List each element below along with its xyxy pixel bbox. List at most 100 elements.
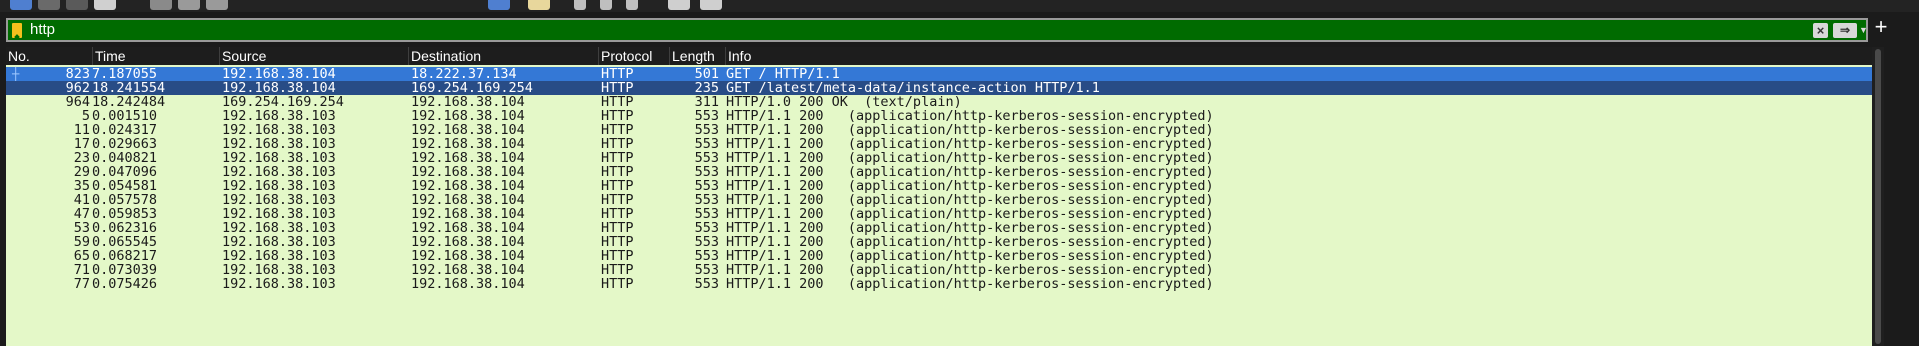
cell-time: 18.241554	[92, 81, 166, 95]
cell-info: HTTP/1.1 200 (application/http-kerberos-…	[726, 193, 1214, 207]
cell-source: 192.168.38.103	[222, 249, 336, 263]
cell-destination: 192.168.38.104	[411, 207, 525, 221]
cell-no: 29	[73, 165, 90, 179]
toolbar-open-icon[interactable]	[150, 0, 172, 10]
cell-protocol: HTTP	[601, 235, 634, 249]
table-row[interactable]: 35 0.054581 192.168.38.103 192.168.38.104 HT…	[6, 179, 1872, 193]
cell-time: 18.242484	[92, 95, 166, 109]
cell-time: 7.187055	[92, 67, 158, 81]
cell-source: 192.168.38.103	[222, 137, 336, 151]
cell-time: 0.057578	[92, 193, 158, 207]
cell-protocol: HTTP	[601, 151, 634, 165]
cell-destination: 192.168.38.104	[411, 263, 525, 277]
clear-filter-icon[interactable]: ×	[1813, 23, 1828, 38]
cell-destination: 192.168.38.104	[411, 179, 525, 193]
table-row[interactable]: 29 0.047096 192.168.38.103 192.168.38.104 HT…	[6, 165, 1872, 179]
cell-no: 11	[73, 123, 90, 137]
cell-time: 0.059853	[92, 207, 158, 221]
display-filter-bar: http × ⇒ ▼ +	[6, 15, 1890, 43]
table-row[interactable]: 77 0.075426 192.168.38.103 192.168.38.104 HT…	[6, 277, 1872, 291]
cell-destination: 192.168.38.104	[411, 109, 525, 123]
cell-no: 964	[65, 95, 90, 109]
cell-protocol: HTTP	[601, 109, 634, 123]
toolbar-shark-fin-icon[interactable]	[10, 0, 32, 10]
toolbar-colorize-icon[interactable]	[488, 0, 510, 10]
toolbar-stop-icon[interactable]	[38, 0, 60, 10]
toolbar-options-icon[interactable]	[94, 0, 116, 10]
column-header-source[interactable]: Source	[220, 47, 409, 65]
cell-destination: 192.168.38.104	[411, 165, 525, 179]
cell-source: 192.168.38.103	[222, 123, 336, 137]
cell-no: 53	[73, 221, 90, 235]
table-row[interactable]: 41 0.057578 192.168.38.103 192.168.38.104 HT…	[6, 193, 1872, 207]
cell-protocol: HTTP	[601, 95, 634, 109]
toolbar-restart-icon[interactable]	[66, 0, 88, 10]
cell-no: 35	[73, 179, 90, 193]
table-row[interactable]: 962 18.241554 192.168.38.104 169.254.169.25…	[6, 81, 1872, 95]
table-row[interactable]: 59 0.065545 192.168.38.103 192.168.38.104 HT…	[6, 235, 1872, 249]
cell-protocol: HTTP	[601, 193, 634, 207]
cell-destination: 169.254.169.254	[411, 81, 533, 95]
cell-time: 0.047096	[92, 165, 158, 179]
cell-destination: 192.168.38.104	[411, 95, 525, 109]
toolbar-layout-icon[interactable]	[700, 0, 722, 10]
cell-length: 553	[694, 151, 719, 165]
toolbar-zoom-out-icon[interactable]	[600, 0, 612, 10]
column-header-destination[interactable]: Destination	[409, 47, 599, 65]
column-header-info[interactable]: Info	[726, 47, 1872, 65]
cell-length: 311	[694, 95, 719, 109]
cell-info: HTTP/1.1 200 (application/http-kerberos-…	[726, 263, 1214, 277]
cell-source: 192.168.38.103	[222, 151, 336, 165]
toolbar-normal-size-icon[interactable]	[626, 0, 638, 10]
table-row[interactable]: 5 0.001510 192.168.38.103 192.168.38.104 HTT…	[6, 109, 1872, 123]
table-row[interactable]: 17 0.029663 192.168.38.103 192.168.38.104 HT…	[6, 137, 1872, 151]
cell-protocol: HTTP	[601, 123, 634, 137]
cell-length: 553	[694, 207, 719, 221]
column-header-time[interactable]: Time	[93, 47, 220, 65]
column-header-protocol[interactable]: Protocol	[599, 47, 670, 65]
toolbar-zoom-in-icon[interactable]	[574, 0, 586, 10]
table-row[interactable]: 65 0.068217 192.168.38.103 192.168.38.104 HT…	[6, 249, 1872, 263]
cell-source: 192.168.38.103	[222, 193, 336, 207]
vertical-scrollbar[interactable]	[1872, 47, 1884, 346]
toolbar-close-icon[interactable]	[206, 0, 228, 10]
table-row[interactable]: 964 18.242484 169.254.169.254 192.168.38.10…	[6, 95, 1872, 109]
column-header-no[interactable]: No.	[6, 47, 93, 65]
cell-length: 553	[694, 249, 719, 263]
cell-info: HTTP/1.1 200 (application/http-kerberos-…	[726, 137, 1214, 151]
cell-source: 192.168.38.103	[222, 221, 336, 235]
cell-time: 0.062316	[92, 221, 158, 235]
cell-length: 553	[694, 109, 719, 123]
table-row[interactable]: ┼ 823 7.187055 192.168.38.104 18.222.37.134 H…	[6, 67, 1872, 81]
cell-time: 0.073039	[92, 263, 158, 277]
display-filter-text[interactable]: http	[30, 21, 55, 39]
cell-length: 553	[694, 277, 719, 291]
add-filter-button-icon[interactable]: +	[1872, 15, 1890, 39]
cell-destination: 192.168.38.104	[411, 137, 525, 151]
cell-time: 0.068217	[92, 249, 158, 263]
cell-info: HTTP/1.0 200 OK (text/plain)	[726, 95, 962, 109]
table-row[interactable]: 11 0.024317 192.168.38.103 192.168.38.104 HT…	[6, 123, 1872, 137]
bookmark-icon[interactable]	[12, 23, 22, 38]
display-filter-input[interactable]: http × ⇒ ▼	[6, 18, 1868, 42]
cell-source: 192.168.38.103	[222, 207, 336, 221]
filter-dropdown-icon[interactable]: ▼	[1859, 23, 1868, 38]
cell-protocol: HTTP	[601, 67, 634, 81]
table-row[interactable]: 23 0.040821 192.168.38.103 192.168.38.104 HT…	[6, 151, 1872, 165]
table-row[interactable]: 71 0.073039 192.168.38.103 192.168.38.104 HT…	[6, 263, 1872, 277]
table-row[interactable]: 47 0.059853 192.168.38.103 192.168.38.104 HT…	[6, 207, 1872, 221]
cell-source: 192.168.38.104	[222, 81, 336, 95]
cell-info: HTTP/1.1 200 (application/http-kerberos-…	[726, 109, 1214, 123]
column-header-length[interactable]: Length	[670, 47, 726, 65]
toolbar-resize-columns-icon[interactable]	[668, 0, 690, 10]
scrollbar-thumb[interactable]	[1875, 49, 1881, 344]
cell-length: 501	[694, 67, 719, 81]
apply-filter-icon[interactable]: ⇒	[1833, 23, 1857, 38]
cell-length: 553	[694, 137, 719, 151]
table-row[interactable]: 53 0.062316 192.168.38.103 192.168.38.104 HT…	[6, 221, 1872, 235]
cell-time: 0.001510	[92, 109, 158, 123]
toolbar-save-icon[interactable]	[178, 0, 200, 10]
toolbar-autoscroll-icon[interactable]	[528, 0, 550, 10]
cell-source: 192.168.38.103	[222, 179, 336, 193]
cell-info: HTTP/1.1 200 (application/http-kerberos-…	[726, 277, 1214, 291]
